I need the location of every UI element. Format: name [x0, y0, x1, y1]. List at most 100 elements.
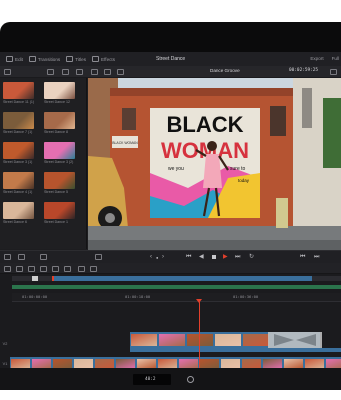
- prev-edit-icon[interactable]: ⏮: [300, 254, 305, 260]
- play-reverse-icon[interactable]: ◀: [199, 254, 204, 260]
- transition-block[interactable]: [268, 332, 322, 348]
- tool-icon-3[interactable]: [40, 254, 47, 260]
- clip-label: Street Dance 12: [44, 100, 70, 104]
- grid-icon: [6, 56, 13, 62]
- dancer-dress: [203, 154, 222, 188]
- jog-dot-icon[interactable]: ●: [156, 255, 158, 261]
- transition-shape-a: [274, 334, 294, 346]
- list-view-icon[interactable]: [62, 69, 69, 75]
- grid-view-icon[interactable]: [47, 69, 54, 75]
- clip-thumbnail: [3, 172, 34, 189]
- timeline-tool-4-icon[interactable]: [40, 266, 47, 272]
- next-edit-icon[interactable]: ⏭: [314, 254, 319, 260]
- next-frame-icon[interactable]: ›: [162, 254, 164, 260]
- top-menu-bar: Edit Transitions Titles Effects Street D…: [0, 52, 341, 67]
- timeline-tool-6-icon[interactable]: [64, 266, 71, 272]
- timeline-ruler[interactable]: 01:00:00:00 01:00:18:00 01:00:36:00: [12, 293, 341, 302]
- go-to-end-icon[interactable]: ⏭: [235, 254, 240, 260]
- go-to-start-icon[interactable]: ⏮: [186, 254, 191, 260]
- tool-icon-1[interactable]: [4, 254, 11, 260]
- full-button[interactable]: Full: [332, 56, 339, 61]
- settings-icon[interactable]: [187, 376, 194, 383]
- menu-effects[interactable]: Effects: [92, 56, 115, 62]
- prev-frame-icon[interactable]: ‹: [150, 254, 152, 260]
- transition-shape-b: [296, 334, 316, 346]
- tablet-frame: Edit Transitions Titles Effects Street D…: [0, 22, 341, 390]
- timeline-tool-1-icon[interactable]: [4, 266, 11, 272]
- media-clip[interactable]: Street Dance 6: [3, 202, 34, 224]
- clip-label: Street Dance 4 (1): [3, 190, 33, 194]
- viewer-timecode: 00:02:59:25: [289, 68, 319, 73]
- media-pool-icon[interactable]: [4, 69, 11, 75]
- media-clip[interactable]: Street Dance 12: [44, 82, 75, 104]
- track-label-v2: V2: [2, 342, 8, 346]
- transitions-icon: [28, 56, 36, 62]
- timeline-tool-5-icon[interactable]: [52, 266, 59, 272]
- clip-thumbnail: [3, 202, 34, 219]
- media-clip[interactable]: Street Dance 5: [44, 172, 75, 194]
- media-clip[interactable]: Street Dance 7 (1): [3, 112, 34, 134]
- viewer-toolbar: Dance Groove 00:02:59:25: [0, 66, 341, 78]
- menu-right-group: Export Full: [302, 56, 339, 61]
- transition-icon: [274, 334, 316, 346]
- clip-thumbnail: [3, 142, 34, 159]
- timeline-name[interactable]: Dance Groove: [210, 68, 240, 73]
- menu-transitions-label: Transitions: [37, 56, 61, 62]
- app-screen: Edit Transitions Titles Effects Street D…: [0, 52, 341, 390]
- clip-label: Street Dance 11 (1): [3, 100, 34, 104]
- clip-frame: [243, 334, 269, 346]
- menu-effects-label: Effects: [101, 56, 115, 62]
- mural-word-1: BLACK: [167, 112, 244, 137]
- media-clip[interactable]: Street Dance 1: [44, 202, 75, 224]
- media-clip[interactable]: Street Dance 4 (1): [3, 172, 34, 194]
- media-clip[interactable]: Street Dance 3 (1): [3, 142, 34, 164]
- viewer-frame: BLACK WOMAN BLACK WOMAN we you sure to t…: [88, 78, 341, 250]
- media-clip[interactable]: Street Dance 3 (2): [44, 142, 75, 164]
- timecode-display[interactable]: 40:2: [133, 374, 171, 385]
- more-icon[interactable]: [330, 69, 337, 75]
- clip-thumbnail: [3, 112, 34, 129]
- overview-clips: [52, 276, 312, 281]
- timeline-tool-3-icon[interactable]: [28, 266, 35, 272]
- media-clip[interactable]: Street Dance 8: [44, 112, 75, 134]
- timeline-tool-8-icon[interactable]: [90, 266, 97, 272]
- ruler-label-3: 01:00:36:00: [233, 294, 259, 299]
- bottom-bar: 40:2: [0, 368, 341, 390]
- dancer-head: [207, 141, 217, 151]
- clip-label: Street Dance 5: [44, 190, 68, 194]
- stop-icon[interactable]: [212, 255, 216, 259]
- overview-playhead: [52, 276, 54, 281]
- clip-label: Street Dance 3 (2): [44, 160, 74, 164]
- right-window: [302, 88, 312, 128]
- menu-transitions[interactable]: Transitions: [28, 56, 61, 62]
- menu-titles[interactable]: Titles: [66, 56, 86, 62]
- video-viewer[interactable]: BLACK WOMAN BLACK WOMAN we you sure to t…: [88, 78, 341, 250]
- clip-thumbnail: [44, 172, 75, 189]
- export-button[interactable]: Export: [310, 56, 323, 61]
- wall-window-left: [122, 108, 136, 130]
- video-track-2-bar: [130, 348, 341, 352]
- transport-bar: ‹ ● › ⏮ ◀ ▶ ⏭ ↻ ⏮ ⏭: [0, 250, 341, 263]
- safe-area-icon[interactable]: [95, 254, 102, 260]
- viewer-mode-icon[interactable]: [91, 69, 98, 75]
- clip-frame: [159, 334, 185, 346]
- media-clip[interactable]: Street Dance 11 (1): [3, 82, 34, 104]
- menu-titles-label: Titles: [75, 56, 87, 62]
- menu-edit[interactable]: Edit: [6, 56, 23, 62]
- overview-track[interactable]: [12, 276, 341, 281]
- wall-window-right: [270, 106, 286, 136]
- clip-label: Street Dance 7 (1): [3, 130, 33, 134]
- tool-icon-2[interactable]: [18, 254, 25, 260]
- viewer-layout-icon[interactable]: [104, 69, 111, 75]
- play-icon[interactable]: ▶: [223, 254, 228, 260]
- ruler-label-1: 01:00:00:00: [22, 294, 48, 299]
- viewer-settings-icon[interactable]: [117, 69, 124, 75]
- planter: [276, 198, 288, 228]
- sort-icon[interactable]: [76, 69, 83, 75]
- timeline-tool-7-icon[interactable]: [78, 266, 85, 272]
- mural-small-bottom: today: [238, 178, 250, 183]
- street: [88, 240, 341, 250]
- timeline-tool-2-icon[interactable]: [16, 266, 23, 272]
- clip-label: Street Dance 6: [3, 220, 27, 224]
- loop-icon[interactable]: ↻: [249, 254, 254, 260]
